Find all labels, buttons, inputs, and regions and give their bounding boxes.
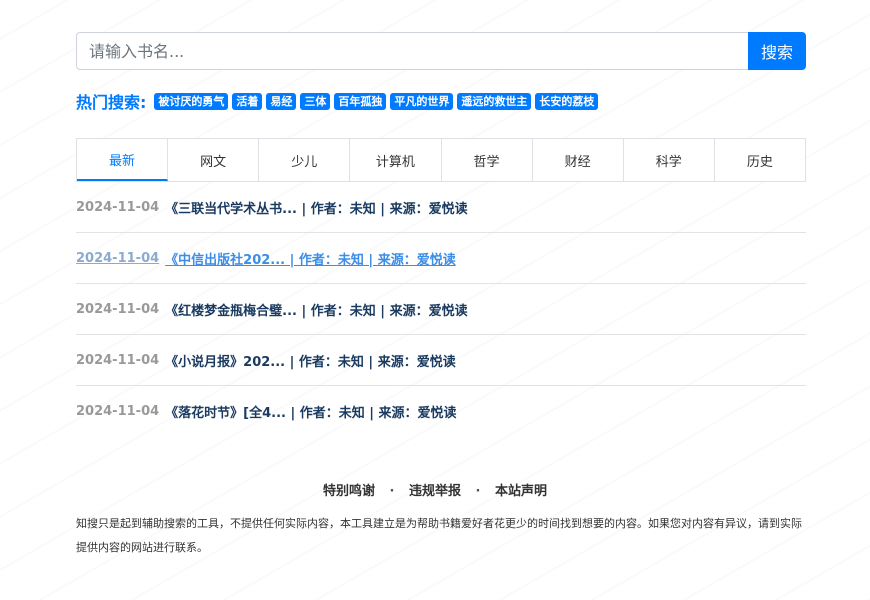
- item-link[interactable]: 《红楼梦金瓶梅合璧... | 作者：未知 | 来源：爱悦读: [165, 300, 467, 319]
- hot-tag[interactable]: 三体: [300, 92, 331, 110]
- search-bar: 搜索: [76, 32, 806, 70]
- search-input[interactable]: [76, 32, 748, 70]
- tab-children[interactable]: 少儿: [259, 139, 351, 181]
- tab-finance[interactable]: 财经: [533, 139, 624, 181]
- book-list: 2024-11-04 《三联当代学术丛书... | 作者：未知 | 来源：爱悦读…: [76, 182, 806, 437]
- item-date: 2024-11-04: [76, 199, 160, 215]
- item-link[interactable]: 《落花时节》[全4... | 作者：未知 | 来源：爱悦读: [165, 402, 456, 421]
- hot-tag[interactable]: 长安的荔枝: [535, 92, 599, 110]
- hot-tag[interactable]: 平凡的世界: [390, 92, 454, 110]
- footer-separator: ·: [389, 484, 395, 499]
- item-date: 2024-11-04: [76, 352, 160, 368]
- list-item[interactable]: 2024-11-04 《落花时节》[全4... | 作者：未知 | 来源：爱悦读: [76, 386, 806, 437]
- category-tabs: 最新 网文 少儿 计算机 哲学 财经 科学 历史: [76, 138, 806, 182]
- page: 搜索 热门搜索: 被讨厌的勇气 活着 易经 三体 百年孤独 平凡的世界 遥远的救…: [0, 0, 870, 600]
- hot-tag[interactable]: 百年孤独: [334, 92, 387, 110]
- tab-web-novel[interactable]: 网文: [168, 139, 260, 181]
- hot-tag[interactable]: 活着: [232, 92, 263, 110]
- search-button[interactable]: 搜索: [748, 32, 806, 70]
- hot-searches: 热门搜索: 被讨厌的勇气 活着 易经 三体 百年孤独 平凡的世界 遥远的救世主 …: [76, 90, 806, 112]
- hot-searches-label: 热门搜索:: [76, 93, 147, 112]
- disclaimer-text: 知搜只是起到辅助搜索的工具，不提供任何实际内容，本工具建立是为帮助书籍爱好者花更…: [76, 517, 802, 554]
- hot-tag[interactable]: 易经: [266, 92, 297, 110]
- main-container: 搜索 热门搜索: 被讨厌的勇气 活着 易经 三体 百年孤独 平凡的世界 遥远的救…: [76, 32, 806, 437]
- tab-science[interactable]: 科学: [624, 139, 715, 181]
- list-item[interactable]: 2024-11-04 《红楼梦金瓶梅合璧... | 作者：未知 | 来源：爱悦读: [76, 284, 806, 335]
- item-date: 2024-11-04: [76, 301, 160, 317]
- footer-link-statement[interactable]: 本站声明: [495, 484, 547, 499]
- footer-separator: ·: [475, 484, 481, 499]
- item-link[interactable]: 《中信出版社202... | 作者：未知 | 来源：爱悦读: [165, 249, 456, 268]
- hot-tag[interactable]: 被讨厌的勇气: [154, 92, 229, 110]
- footer-links: 特别鸣谢 · 违规举报 · 本站声明: [0, 480, 870, 499]
- hot-tag[interactable]: 遥远的救世主: [457, 92, 532, 110]
- footer-link-report[interactable]: 违规举报: [409, 484, 461, 499]
- tab-history[interactable]: 历史: [715, 139, 805, 181]
- list-item[interactable]: 2024-11-04 《小说月报》202... | 作者：未知 | 来源：爱悦读: [76, 335, 806, 386]
- list-item[interactable]: 2024-11-04 《三联当代学术丛书... | 作者：未知 | 来源：爱悦读: [76, 182, 806, 233]
- tab-computer[interactable]: 计算机: [350, 139, 442, 181]
- footer-link-thanks[interactable]: 特别鸣谢: [323, 484, 375, 499]
- item-link[interactable]: 《小说月报》202... | 作者：未知 | 来源：爱悦读: [165, 351, 456, 370]
- tab-latest[interactable]: 最新: [77, 139, 169, 181]
- item-link[interactable]: 《三联当代学术丛书... | 作者：未知 | 来源：爱悦读: [165, 198, 467, 217]
- list-item[interactable]: 2024-11-04 《中信出版社202... | 作者：未知 | 来源：爱悦读: [76, 233, 806, 284]
- item-date: 2024-11-04: [76, 250, 160, 266]
- item-date: 2024-11-04: [76, 404, 160, 419]
- tab-philosophy[interactable]: 哲学: [442, 139, 533, 181]
